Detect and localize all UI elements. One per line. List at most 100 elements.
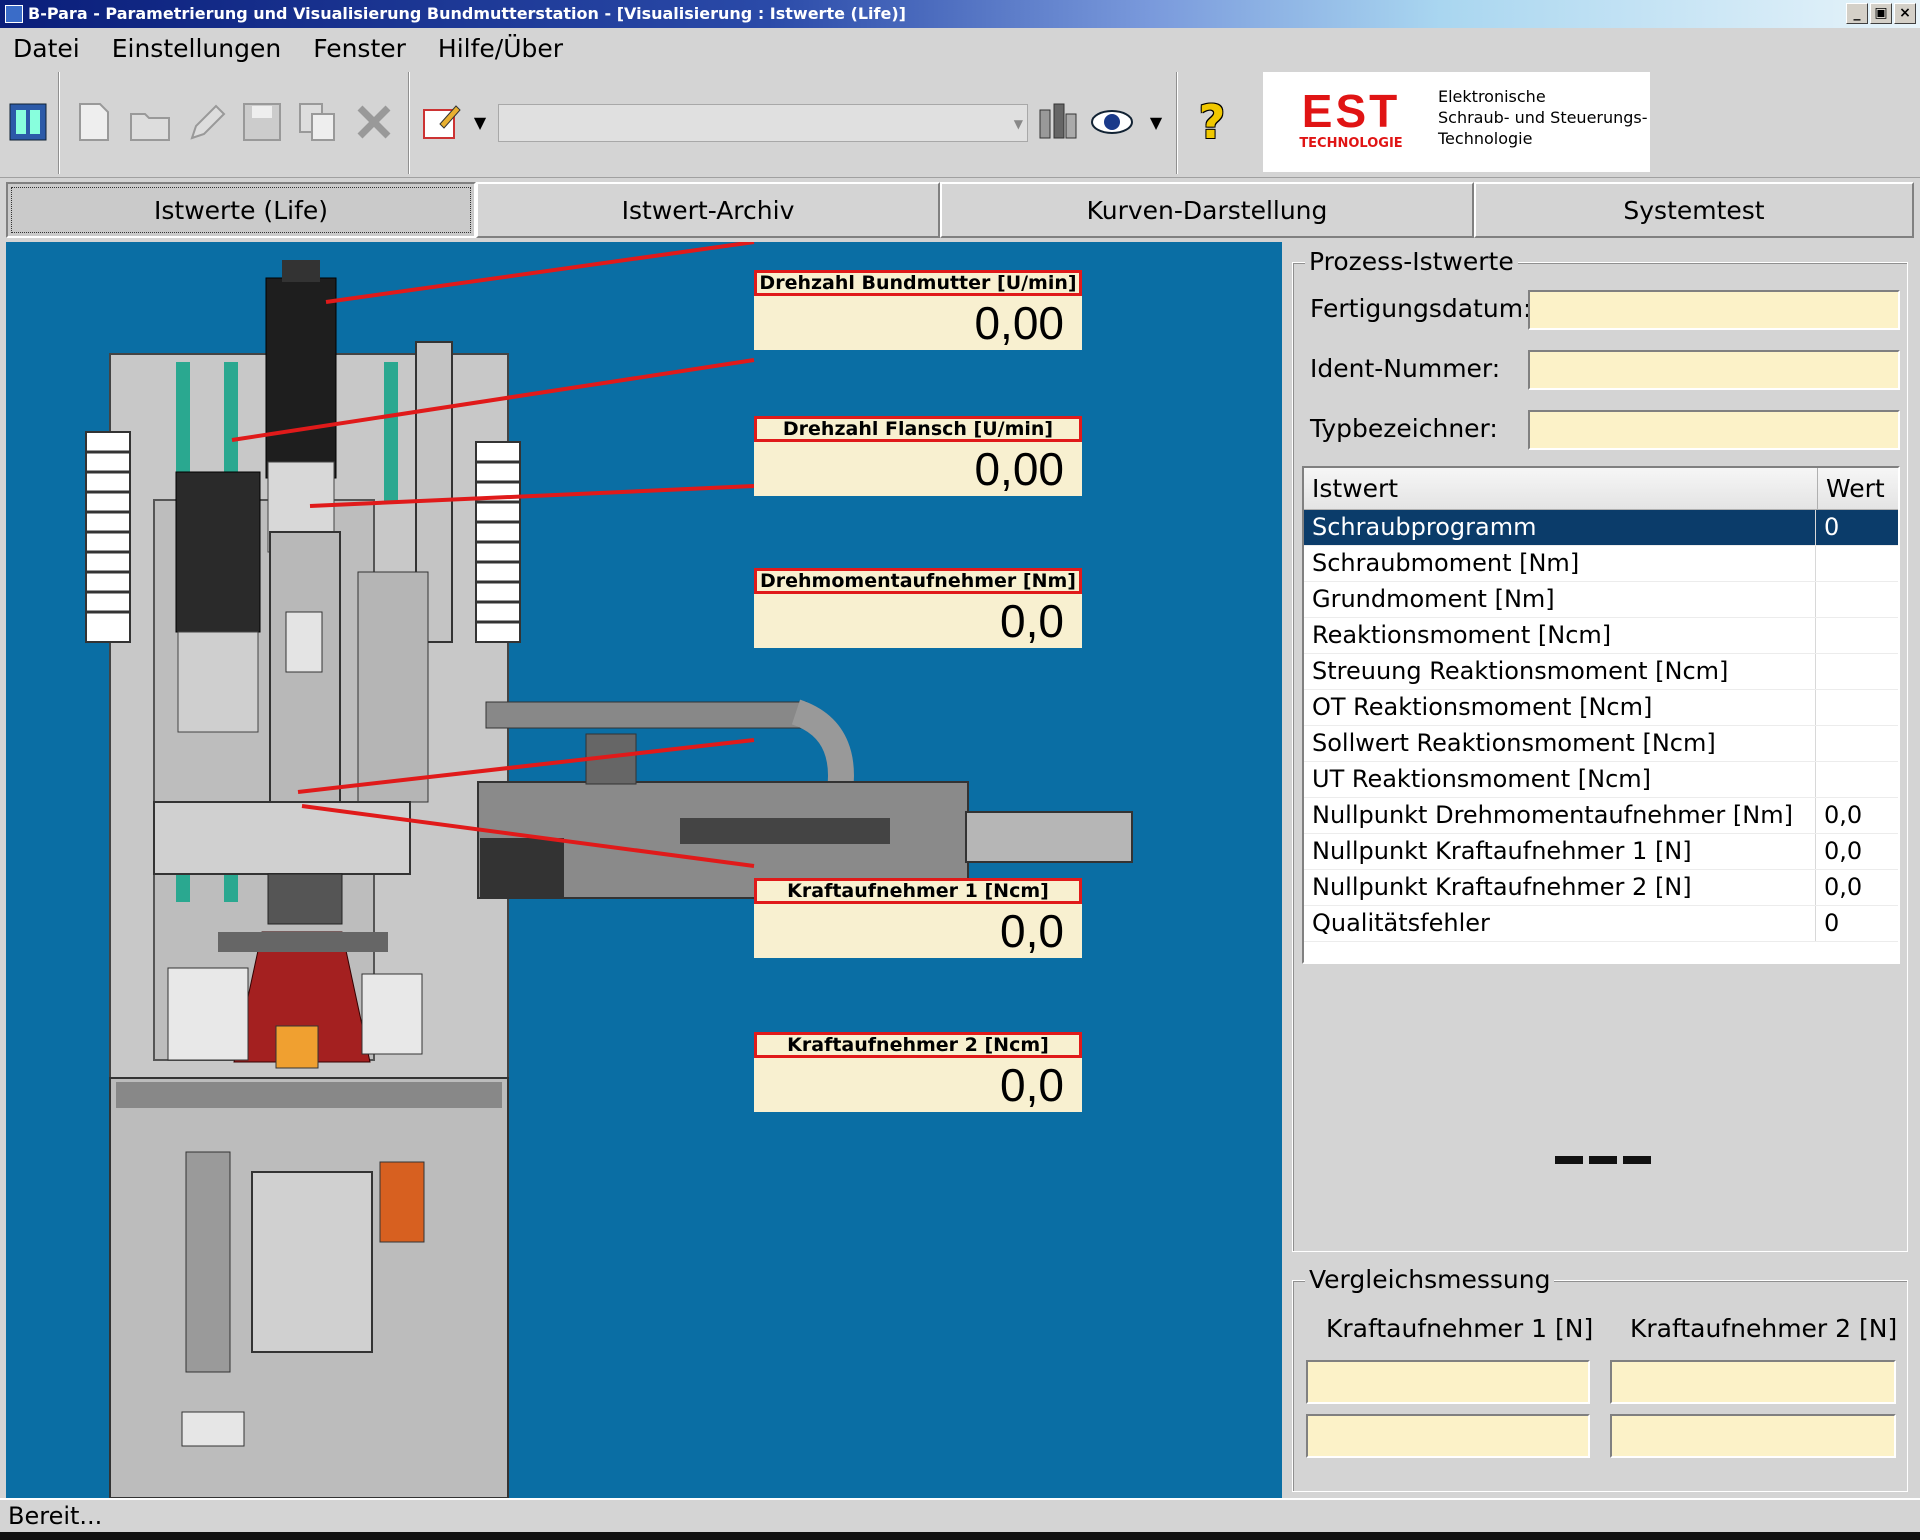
table-row[interactable]: Qualitätsfehler 0 xyxy=(1304,906,1898,942)
save-icon[interactable] xyxy=(240,100,284,144)
logo-line1: Elektronische xyxy=(1438,87,1546,106)
row-name: Schraubmoment [Nm] xyxy=(1304,546,1816,581)
table-row[interactable]: Reaktionsmoment [Ncm] xyxy=(1304,618,1898,654)
status-bar: Bereit... xyxy=(0,1498,1920,1532)
edit-pencil-icon[interactable] xyxy=(184,100,228,144)
open-folder-icon[interactable] xyxy=(128,100,172,144)
minimize-button[interactable]: _ xyxy=(1846,3,1868,24)
ident-nummer-label: Ident-Nummer: xyxy=(1310,354,1501,383)
notepad-dropdown-icon[interactable]: ▼ xyxy=(468,100,492,144)
ident-nummer-field[interactable] xyxy=(1528,350,1900,390)
new-file-icon[interactable] xyxy=(72,100,116,144)
logo-sub: TECHNOLOGIE xyxy=(1299,136,1403,151)
restore-button[interactable]: ▣ xyxy=(1870,3,1892,24)
group-title: Prozess-Istwerte xyxy=(1305,247,1518,276)
gauge-value: 0,0 xyxy=(754,904,1082,958)
table-row[interactable]: Streuung Reaktionsmoment [Ncm] xyxy=(1304,654,1898,690)
row-name: UT Reaktionsmoment [Ncm] xyxy=(1304,762,1816,797)
gauge-kraftaufnehmer-2: Kraftaufnehmer 2 [Ncm] 0,0 xyxy=(754,1032,1082,1112)
window-titlebar: B-Para - Parametrierung und Visualisieru… xyxy=(0,0,1920,28)
station-icon[interactable] xyxy=(6,100,50,144)
menu-hilfe[interactable]: Hilfe/Über xyxy=(438,34,563,63)
typbezeichner-field[interactable] xyxy=(1528,410,1900,450)
row-value xyxy=(1816,582,1898,617)
row-value xyxy=(1816,762,1898,797)
machine-drawing xyxy=(85,242,1133,1498)
tab-istwerte-life[interactable]: Istwerte (Life) xyxy=(6,182,476,238)
gauge-drehzahl-bundmutter: Drehzahl Bundmutter [U/min] 0,00 xyxy=(754,270,1082,350)
eye-dropdown-icon[interactable]: ▼ xyxy=(1144,100,1168,144)
row-name: Schraubprogramm xyxy=(1304,510,1816,545)
tab-systemtest[interactable]: Systemtest xyxy=(1474,182,1914,238)
table-row[interactable]: UT Reaktionsmoment [Ncm] xyxy=(1304,762,1898,798)
menu-datei[interactable]: Datei xyxy=(13,34,80,63)
row-name: Streuung Reaktionsmoment [Ncm] xyxy=(1304,654,1816,689)
tab-kurven-darstellung[interactable]: Kurven-Darstellung xyxy=(940,182,1474,238)
row-name: Sollwert Reaktionsmoment [Ncm] xyxy=(1304,726,1816,761)
gauge-label: Kraftaufnehmer 2 [Ncm] xyxy=(754,1032,1082,1058)
row-value: 0,0 xyxy=(1824,873,1863,901)
tab-bar: Istwerte (Life) Istwert-Archiv Kurven-Da… xyxy=(0,178,1920,242)
row-name: Nullpunkt Kraftaufnehmer 2 [N] xyxy=(1304,870,1816,905)
vergleich-col2-label: Kraftaufnehmer 2 [N] xyxy=(1630,1314,1898,1343)
station-visualization: Drehzahl Bundmutter [U/min] 0,00 Drehzah… xyxy=(6,242,1282,1498)
typbezeichner-label: Typbezeichner: xyxy=(1310,414,1498,443)
row-name: Reaktionsmoment [Ncm] xyxy=(1304,618,1816,653)
row-value: 0 xyxy=(1824,909,1840,937)
toolbar: ▼ ▼ ▼ ? EST TECHNOLOGIE Elektronische Sc… xyxy=(0,68,1920,178)
istwert-table[interactable]: Istwert Wert Schraubprogramm 0 Schraubmom… xyxy=(1302,466,1900,964)
table-row[interactable]: Sollwert Reaktionsmoment [Ncm] xyxy=(1304,726,1898,762)
row-value: 0 xyxy=(1824,513,1840,541)
notepad-icon[interactable] xyxy=(420,100,464,144)
table-row[interactable]: Grundmoment [Nm] xyxy=(1304,582,1898,618)
delete-icon[interactable] xyxy=(352,100,396,144)
window-title: B-Para - Parametrierung und Visualisieru… xyxy=(28,4,906,23)
row-name: Nullpunkt Kraftaufnehmer 1 [N] xyxy=(1304,834,1816,869)
vergleich-k2-field-2[interactable] xyxy=(1610,1414,1896,1458)
row-value xyxy=(1816,654,1898,689)
row-value xyxy=(1816,546,1898,581)
gauge-kraftaufnehmer-1: Kraftaufnehmer 1 [Ncm] 0,0 xyxy=(754,878,1082,958)
table-row[interactable]: Nullpunkt Kraftaufnehmer 1 [N] 0,0 xyxy=(1304,834,1898,870)
menu-fenster[interactable]: Fenster xyxy=(313,34,406,63)
close-button[interactable]: × xyxy=(1894,3,1916,24)
eye-icon[interactable] xyxy=(1090,100,1134,144)
copy-icon[interactable] xyxy=(296,100,340,144)
table-row[interactable]: Schraubmoment [Nm] xyxy=(1304,546,1898,582)
row-value xyxy=(1816,618,1898,653)
gauge-drehzahl-flansch: Drehzahl Flansch [U/min] 0,00 xyxy=(754,416,1082,496)
device-icon[interactable] xyxy=(1036,100,1080,144)
row-name: OT Reaktionsmoment [Ncm] xyxy=(1304,690,1816,725)
logo-line3: Technologie xyxy=(1438,129,1533,148)
vergleich-col1-label: Kraftaufnehmer 1 [N] xyxy=(1326,1314,1594,1343)
row-name: Grundmoment [Nm] xyxy=(1304,582,1816,617)
tab-istwert-archiv[interactable]: Istwert-Archiv xyxy=(476,182,940,238)
row-name: Nullpunkt Drehmomentaufnehmer [Nm] xyxy=(1304,798,1816,833)
table-row[interactable]: Nullpunkt Drehmomentaufnehmer [Nm] 0,0 xyxy=(1304,798,1898,834)
group-title: Vergleichsmessung xyxy=(1305,1265,1555,1294)
gauge-label: Kraftaufnehmer 1 [Ncm] xyxy=(754,878,1082,904)
column-header-istwert[interactable]: Istwert xyxy=(1304,468,1818,509)
program-combo[interactable]: ▼ xyxy=(498,104,1028,142)
vergleich-k1-field-2[interactable] xyxy=(1306,1414,1590,1458)
bottom-edge xyxy=(0,1532,1920,1540)
logo-line2: Schraub- und Steuerungs- xyxy=(1438,108,1648,127)
vergleich-k2-field-1[interactable] xyxy=(1610,1360,1896,1404)
column-header-wert[interactable]: Wert xyxy=(1818,468,1898,509)
gauge-value: 0,00 xyxy=(754,442,1082,496)
est-logo: EST TECHNOLOGIE Elektronische Schraub- u… xyxy=(1263,72,1650,172)
menu-einstellungen[interactable]: Einstellungen xyxy=(112,34,281,63)
help-icon[interactable]: ? xyxy=(1190,95,1234,149)
vergleich-k1-field-1[interactable] xyxy=(1306,1360,1590,1404)
row-value: 0,0 xyxy=(1824,801,1863,829)
fertigungsdatum-field[interactable] xyxy=(1528,290,1900,330)
table-row[interactable]: Schraubprogramm 0 xyxy=(1304,510,1898,546)
gauge-value: 0,0 xyxy=(754,1058,1082,1112)
gauge-value: 0,0 xyxy=(754,594,1082,648)
table-row[interactable]: Nullpunkt Kraftaufnehmer 2 [N] 0,0 xyxy=(1304,870,1898,906)
chevron-down-icon: ▼ xyxy=(1013,117,1023,131)
table-row[interactable]: OT Reaktionsmoment [Ncm] xyxy=(1304,690,1898,726)
gauge-label: Drehzahl Bundmutter [U/min] xyxy=(754,270,1082,296)
table-header: Istwert Wert xyxy=(1304,468,1898,510)
status-text: Bereit... xyxy=(8,1502,103,1530)
